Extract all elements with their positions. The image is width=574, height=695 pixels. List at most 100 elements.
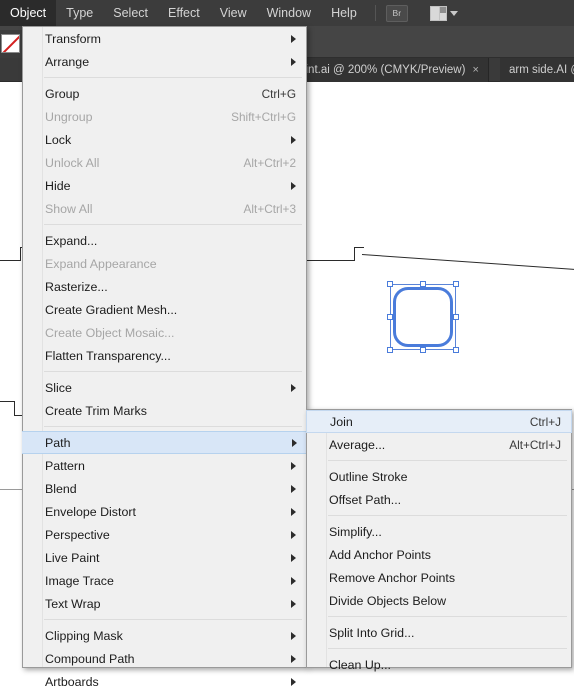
menu-item-slice[interactable]: Slice [23, 376, 306, 399]
menu-separator [328, 616, 567, 617]
selection-handle[interactable] [453, 347, 459, 353]
selection-handle[interactable] [453, 314, 459, 320]
submenu-item-outline-stroke[interactable]: Outline Stroke [307, 465, 571, 488]
menu-item-expand[interactable]: Expand... [23, 229, 306, 252]
menu-item-label: Arrange [45, 54, 90, 69]
artwork-path-segment [0, 260, 20, 261]
menu-item-create-trim-marks[interactable]: Create Trim Marks [23, 399, 306, 422]
object-menu-dropdown[interactable]: Transform Arrange Group Ctrl+G Ungroup Shift+… [22, 26, 307, 689]
menubar-item-help[interactable]: Help [321, 0, 367, 26]
submenu-arrow-icon [291, 654, 296, 663]
menubar-item-object[interactable]: Object [0, 0, 57, 26]
submenu-item-clean-up[interactable]: Clean Up... [307, 653, 571, 676]
submenu-item-join[interactable]: Join Ctrl+J [306, 410, 572, 433]
menu-item-transform[interactable]: Transform [23, 27, 306, 50]
menu-item-label: Unlock All [45, 155, 100, 170]
menu-item-arrange[interactable]: Arrange [23, 50, 306, 73]
menu-item-label: Create Object Mosaic... [45, 325, 175, 340]
menubar-item-window[interactable]: Window [257, 0, 321, 26]
menubar-item-effect[interactable]: Effect [158, 0, 210, 26]
menu-item-label: Group [45, 86, 80, 101]
menu-item-label: Offset Path... [329, 492, 402, 507]
submenu-item-simplify[interactable]: Simplify... [307, 520, 571, 543]
menu-item-label: Lock [45, 132, 72, 147]
close-icon[interactable]: × [472, 64, 478, 76]
menu-item-label: Live Paint [45, 550, 100, 565]
menu-item-shortcut: Alt+Ctrl+3 [243, 201, 296, 216]
submenu-item-split-into-grid[interactable]: Split Into Grid... [307, 621, 571, 644]
menu-item-artboards[interactable]: Artboards [23, 670, 306, 693]
menu-separator [44, 426, 302, 427]
selection-handle[interactable] [387, 281, 393, 287]
submenu-arrow-icon [291, 530, 296, 539]
selection-handle[interactable] [453, 281, 459, 287]
selection-handle[interactable] [387, 314, 393, 320]
menu-item-clipping-mask[interactable]: Clipping Mask [23, 624, 306, 647]
menu-item-text-wrap[interactable]: Text Wrap [23, 592, 306, 615]
menu-item-label: Divide Objects Below [329, 593, 447, 608]
document-tab-title: arm side.AI @ [509, 64, 574, 76]
bridge-button[interactable]: Br [385, 4, 408, 22]
menu-item-label: Hide [45, 178, 71, 193]
selection-handle[interactable] [387, 347, 393, 353]
submenu-arrow-icon [291, 34, 296, 43]
menu-item-label: Clean Up... [329, 657, 391, 672]
menu-item-label: Envelope Distort [45, 504, 136, 519]
menu-item-blend[interactable]: Blend [23, 477, 306, 500]
document-tab-print-ai[interactable]: Print.ai @ 200% (CMYK/Preview) × [285, 58, 489, 82]
workspace-layout-icon [429, 5, 447, 21]
menu-item-label: Average... [329, 437, 386, 452]
no-fill-swatch-icon[interactable] [1, 34, 20, 53]
menu-item-label: Flatten Transparency... [45, 348, 171, 363]
submenu-item-offset-path[interactable]: Offset Path... [307, 488, 571, 511]
submenu-item-average[interactable]: Average... Alt+Ctrl+J [307, 433, 571, 456]
menu-separator [44, 224, 302, 225]
document-tab-arm-side-ai[interactable]: arm side.AI @ [500, 58, 574, 82]
menu-separator [328, 648, 567, 649]
menu-item-flatten-transparency[interactable]: Flatten Transparency... [23, 344, 306, 367]
path-submenu-body: Join Ctrl+J Average... Alt+Ctrl+J Outline St… [306, 410, 572, 676]
selection-handle[interactable] [420, 281, 426, 287]
submenu-arrow-icon [291, 677, 296, 686]
menu-item-hide[interactable]: Hide [23, 174, 306, 197]
menu-item-lock[interactable]: Lock [23, 128, 306, 151]
submenu-arrow-icon [291, 181, 296, 190]
menu-item-label: Blend [45, 481, 77, 496]
artwork-path-segment [20, 247, 21, 261]
menu-item-live-paint[interactable]: Live Paint [23, 546, 306, 569]
menubar-item-select[interactable]: Select [103, 0, 158, 26]
menubar-item-type[interactable]: Type [56, 0, 103, 26]
submenu-item-add-anchor-points[interactable]: Add Anchor Points [307, 543, 571, 566]
menu-item-label: Simplify... [329, 524, 382, 539]
menu-item-shortcut: Ctrl+J [529, 414, 561, 429]
submenu-item-remove-anchor-points[interactable]: Remove Anchor Points [307, 566, 571, 589]
menu-item-envelope-distort[interactable]: Envelope Distort [23, 500, 306, 523]
menu-item-path[interactable]: Path [22, 431, 307, 454]
submenu-arrow-icon [291, 507, 296, 516]
menubar-item-view[interactable]: View [210, 0, 257, 26]
submenu-item-divide-objects-below[interactable]: Divide Objects Below [307, 589, 571, 612]
selection-handle[interactable] [420, 347, 426, 353]
menu-item-label: Remove Anchor Points [329, 570, 456, 585]
menu-separator [328, 460, 567, 461]
menu-item-label: Outline Stroke [329, 469, 408, 484]
artwork-path-segment [361, 254, 574, 270]
menu-item-label: Text Wrap [45, 596, 101, 611]
artwork-path-segment [14, 401, 15, 416]
menu-item-create-gradient-mesh[interactable]: Create Gradient Mesh... [23, 298, 306, 321]
menu-item-create-object-mosaic: Create Object Mosaic... [23, 321, 306, 344]
workspace-switcher[interactable] [429, 5, 458, 21]
menu-item-perspective[interactable]: Perspective [23, 523, 306, 546]
menu-item-pattern[interactable]: Pattern [23, 454, 306, 477]
menu-separator [44, 77, 302, 78]
menu-item-expand-appearance: Expand Appearance [23, 252, 306, 275]
menu-item-unlock-all: Unlock All Alt+Ctrl+2 [23, 151, 306, 174]
menu-item-label: Expand Appearance [45, 256, 157, 271]
selected-rounded-rectangle[interactable] [393, 287, 453, 347]
menu-item-image-trace[interactable]: Image Trace [23, 569, 306, 592]
menu-item-rasterize[interactable]: Rasterize... [23, 275, 306, 298]
path-submenu-dropdown[interactable]: Join Ctrl+J Average... Alt+Ctrl+J Outline St… [306, 409, 572, 672]
submenu-arrow-icon [291, 631, 296, 640]
menu-item-compound-path[interactable]: Compound Path [23, 647, 306, 670]
menu-item-group[interactable]: Group Ctrl+G [23, 82, 306, 105]
